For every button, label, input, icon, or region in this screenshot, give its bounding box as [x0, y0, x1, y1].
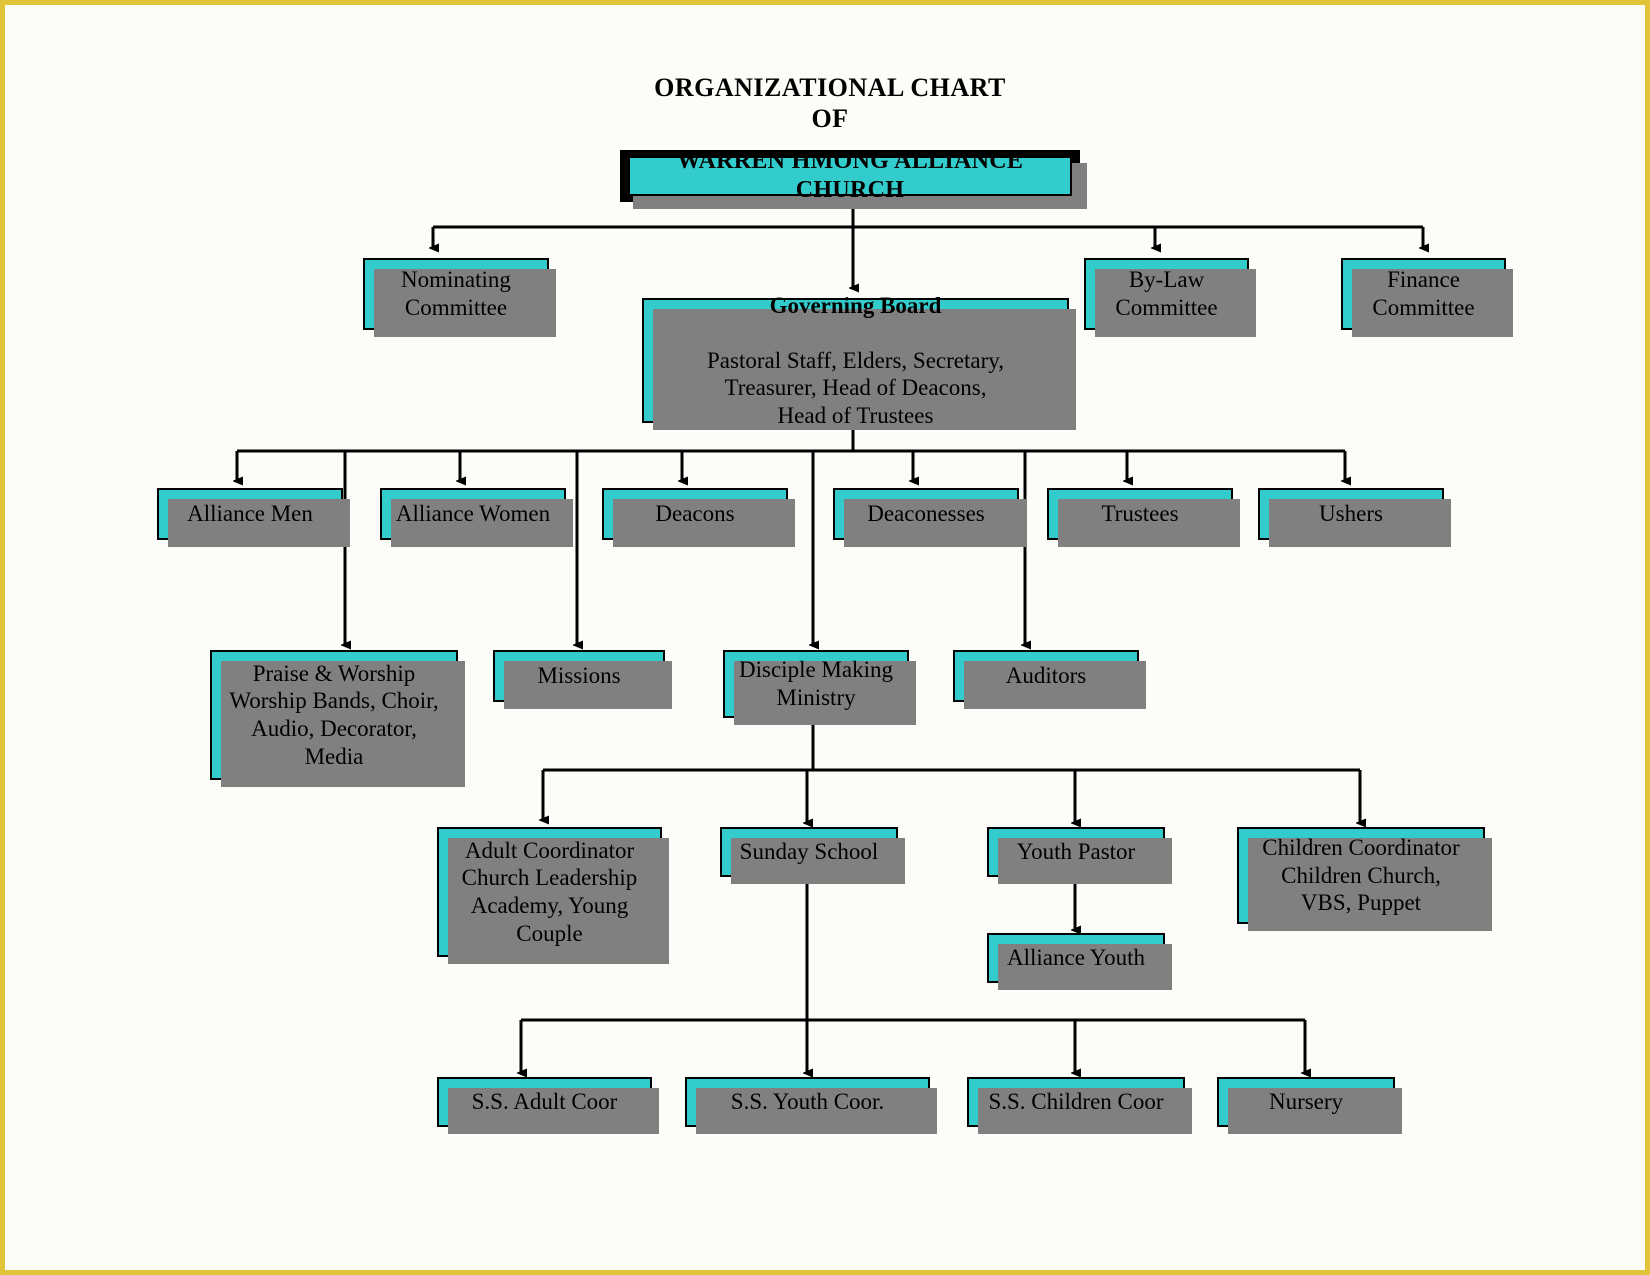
node-label-ss-youth-coor: S.S. Youth Coor.	[730, 1089, 885, 1115]
node-governing-board[interactable]: Governing Board Pastoral Staff, Elders, …	[642, 293, 1076, 430]
governing-board-body: Pastoral Staff, Elders, Secretary, Treas…	[707, 347, 1004, 428]
chart-title: ORGANIZATIONAL CHART OF	[5, 73, 1645, 134]
node-alliance-men[interactable]: Alliance Men	[157, 488, 350, 547]
node-label-disciple-making-ministry: Disciple Making Ministry	[739, 657, 893, 710]
node-label-adult-coordinator: Adult Coordinator Church Leadership Acad…	[461, 837, 638, 946]
node-ss-children-coor[interactable]: S.S. Children Coor	[967, 1077, 1192, 1134]
node-label-alliance-men: Alliance Men	[187, 501, 313, 527]
node-label-nominating-committee: Nominating Committee	[401, 267, 511, 320]
node-nominating-committee[interactable]: Nominating Committee	[363, 258, 556, 337]
node-label-praise-worship: Praise & Worship Worship Bands, Choir, A…	[229, 660, 439, 769]
node-label-bylaw-committee: By-Law Committee	[1115, 267, 1218, 320]
node-finance-committee[interactable]: Finance Committee	[1341, 258, 1513, 337]
node-ss-youth-coor[interactable]: S.S. Youth Coor.	[685, 1077, 937, 1134]
node-label-trustees: Trustees	[1101, 501, 1179, 527]
node-alliance-women[interactable]: Alliance Women	[380, 488, 573, 547]
node-label-root: WARREN HMONG ALLIANCE CHURCH	[676, 148, 1024, 203]
node-ss-adult-coor[interactable]: S.S. Adult Coor	[437, 1077, 659, 1134]
node-label-ss-adult-coor: S.S. Adult Coor	[471, 1089, 618, 1115]
node-bylaw-committee[interactable]: By-Law Committee	[1084, 258, 1256, 337]
node-label-finance-committee: Finance Committee	[1372, 267, 1475, 320]
node-label-missions: Missions	[537, 663, 621, 689]
org-chart-page: ORGANIZATIONAL CHART OF WARREN HMONG ALL…	[0, 0, 1650, 1275]
node-label-ushers: Ushers	[1319, 501, 1383, 527]
node-root[interactable]: WARREN HMONG ALLIANCE CHURCH	[620, 148, 1087, 209]
node-label-deacons: Deacons	[655, 501, 735, 527]
node-label-ss-children-coor: S.S. Children Coor	[988, 1089, 1164, 1115]
node-deaconesses[interactable]: Deaconesses	[833, 488, 1026, 547]
node-sunday-school[interactable]: Sunday School	[720, 827, 905, 884]
node-children-coordinator[interactable]: Children Coordinator Children Church, VB…	[1237, 827, 1492, 931]
node-auditors[interactable]: Auditors	[953, 650, 1146, 709]
governing-board-heading: Governing Board	[769, 292, 942, 318]
node-missions[interactable]: Missions	[493, 650, 672, 709]
node-label-deaconesses: Deaconesses	[867, 501, 985, 527]
node-youth-pastor[interactable]: Youth Pastor	[987, 827, 1172, 884]
chart-title-line-1: ORGANIZATIONAL CHART	[654, 73, 1006, 102]
node-trustees[interactable]: Trustees	[1047, 488, 1240, 547]
node-adult-coordinator[interactable]: Adult Coordinator Church Leadership Acad…	[437, 827, 669, 964]
node-alliance-youth[interactable]: Alliance Youth	[987, 933, 1172, 990]
node-label-auditors: Auditors	[1005, 663, 1087, 689]
node-label-nursery: Nursery	[1268, 1089, 1344, 1115]
node-label-youth-pastor: Youth Pastor	[1016, 839, 1136, 865]
node-label-alliance-women: Alliance Women	[395, 501, 551, 527]
node-deacons[interactable]: Deacons	[602, 488, 795, 547]
node-ushers[interactable]: Ushers	[1258, 488, 1451, 547]
node-praise-worship[interactable]: Praise & Worship Worship Bands, Choir, A…	[210, 650, 465, 787]
node-disciple-making-ministry[interactable]: Disciple Making Ministry	[723, 650, 916, 725]
root-inner-frame: WARREN HMONG ALLIANCE CHURCH	[628, 148, 1072, 203]
node-label-children-coordinator: Children Coordinator Children Church, VB…	[1262, 835, 1460, 916]
node-label-sunday-school: Sunday School	[739, 839, 879, 865]
chart-title-line-2: OF	[811, 103, 849, 133]
node-label-alliance-youth: Alliance Youth	[1007, 945, 1145, 971]
node-nursery[interactable]: Nursery	[1217, 1077, 1402, 1134]
node-label-governing-board: Governing Board Pastoral Staff, Elders, …	[650, 264, 1061, 457]
